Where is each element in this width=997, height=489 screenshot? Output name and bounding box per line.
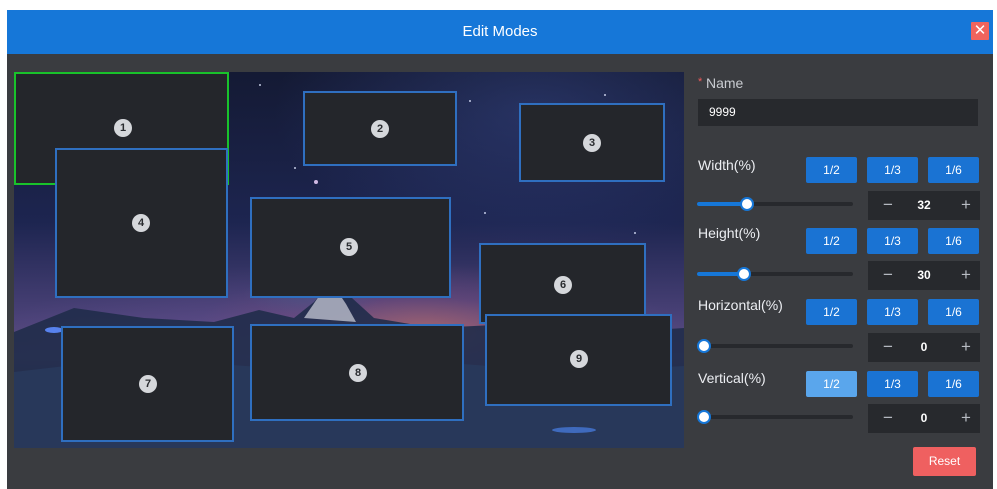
dialog-title: Edit Modes [462, 23, 538, 40]
horizontal-stepper: − 0 + [868, 333, 980, 362]
region-number: 6 [554, 276, 572, 294]
region-2[interactable]: 2 [303, 91, 457, 166]
close-icon[interactable]: ✕ [971, 22, 989, 40]
vertical-sixth-button[interactable]: 1/6 [928, 371, 979, 397]
width-half-button[interactable]: 1/2 [806, 157, 857, 183]
width-increment-button[interactable]: + [952, 191, 980, 220]
height-slider[interactable] [697, 267, 853, 281]
height-increment-button[interactable]: + [952, 261, 980, 290]
region-8[interactable]: 8 [250, 324, 464, 421]
region-9[interactable]: 9 [485, 314, 672, 406]
region-number: 1 [114, 119, 132, 137]
width-value[interactable]: 32 [906, 191, 942, 220]
region-number: 9 [570, 350, 588, 368]
vertical-decrement-button[interactable]: − [874, 404, 902, 433]
vertical-slider-handle[interactable] [697, 410, 711, 424]
vertical-stepper: − 0 + [868, 404, 980, 433]
vertical-half-button[interactable]: 1/2 [806, 371, 857, 397]
height-slider-handle[interactable] [737, 267, 751, 281]
vertical-slider[interactable] [697, 410, 853, 424]
region-number: 8 [349, 364, 367, 382]
layout-canvas: 1 2 3 4 5 6 7 8 9 [14, 72, 684, 448]
height-sixth-button[interactable]: 1/6 [928, 228, 979, 254]
horizontal-slider-handle[interactable] [697, 339, 711, 353]
width-decrement-button[interactable]: − [874, 191, 902, 220]
horizontal-sixth-button[interactable]: 1/6 [928, 299, 979, 325]
name-input[interactable]: 9999 [698, 99, 978, 126]
region-5[interactable]: 5 [250, 197, 451, 298]
region-number: 7 [139, 375, 157, 393]
horizontal-label: Horizontal(%) [698, 297, 783, 313]
horizontal-half-button[interactable]: 1/2 [806, 299, 857, 325]
horizontal-decrement-button[interactable]: − [874, 333, 902, 362]
horizontal-increment-button[interactable]: + [952, 333, 980, 362]
region-number: 3 [583, 134, 601, 152]
height-decrement-button[interactable]: − [874, 261, 902, 290]
width-slider-handle[interactable] [740, 197, 754, 211]
region-7[interactable]: 7 [61, 326, 234, 442]
name-label: Name [706, 75, 744, 91]
width-sixth-button[interactable]: 1/6 [928, 157, 979, 183]
vertical-value[interactable]: 0 [906, 404, 942, 433]
height-stepper: − 30 + [868, 261, 980, 290]
horizontal-value[interactable]: 0 [906, 333, 942, 362]
reset-button[interactable]: Reset [913, 447, 976, 476]
horizontal-third-button[interactable]: 1/3 [867, 299, 918, 325]
width-third-button[interactable]: 1/3 [867, 157, 918, 183]
height-label: Height(%) [698, 225, 761, 241]
vertical-increment-button[interactable]: + [952, 404, 980, 433]
width-stepper: − 32 + [868, 191, 980, 220]
title-bar: Edit Modes ✕ [7, 10, 993, 54]
region-number: 4 [132, 214, 150, 232]
vertical-third-button[interactable]: 1/3 [867, 371, 918, 397]
region-6[interactable]: 6 [479, 243, 646, 324]
region-number: 2 [371, 120, 389, 138]
height-third-button[interactable]: 1/3 [867, 228, 918, 254]
width-slider[interactable] [697, 197, 853, 211]
height-value[interactable]: 30 [906, 261, 942, 290]
vertical-label: Vertical(%) [698, 370, 766, 386]
region-3[interactable]: 3 [519, 103, 665, 182]
width-label: Width(%) [698, 157, 756, 173]
region-number: 5 [340, 238, 358, 256]
region-4[interactable]: 4 [55, 148, 228, 298]
height-half-button[interactable]: 1/2 [806, 228, 857, 254]
required-mark: * [698, 76, 703, 88]
horizontal-slider[interactable] [697, 339, 853, 353]
